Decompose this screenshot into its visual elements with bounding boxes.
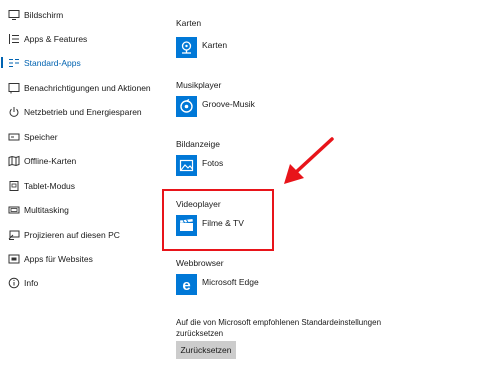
sidebar-item-projizieren[interactable]: Projizieren auf diesen PC [0,224,165,246]
annotation-arrow-icon [284,137,334,184]
sidebar-item-label: Netzbetrieb und Energiesparen [24,107,142,117]
storage-icon [7,130,20,143]
sidebar-item-label: Benachrichtigungen und Aktionen [24,83,151,93]
multitasking-icon [7,203,20,216]
reset-button[interactable]: Zurücksetzen [176,341,236,359]
section-label-webbrowser: Webbrowser [176,258,224,268]
reset-description: Auf die von Microsoft empfohlenen Standa… [176,318,382,338]
sidebar-item-speicher[interactable]: Speicher [0,126,165,148]
sidebar-item-label: Multitasking [24,205,69,215]
sidebar-item-label: Tablet-Modus [24,181,76,191]
section-label-musikplayer: Musikplayer [176,80,222,90]
edge-icon: e [176,274,197,295]
sidebar-item-label: Standard-Apps [24,58,81,68]
section-label-bildanzeige: Bildanzeige [176,139,220,149]
active-indicator [1,57,3,68]
app-name: Fotos [202,158,224,168]
app-name: Groove-Musik [202,99,255,109]
sidebar-item-tablet-modus[interactable]: Tablet-Modus [0,175,165,197]
sidebar-item-netzbetrieb[interactable]: Netzbetrieb und Energiesparen [0,101,165,123]
sidebar-item-label: Apps für Websites [24,254,93,264]
power-icon [7,105,20,118]
app-name: Microsoft Edge [202,277,259,287]
project-icon [7,228,20,241]
svg-text:e: e [182,277,190,294]
default-apps-icon [7,56,20,69]
sidebar-item-label: Info [24,278,39,288]
sidebar-item-apps-fuer-websites[interactable]: Apps für Websites [0,248,165,270]
tablet-icon [7,179,20,192]
sidebar-item-multitasking[interactable]: Multitasking [0,199,165,221]
photos-icon [176,155,197,176]
sidebar-item-apps-features[interactable]: Apps & Features [0,28,165,50]
sidebar-item-info[interactable]: Info [0,272,165,294]
monitor-icon [7,8,20,21]
sidebar-item-benachrichtigungen[interactable]: Benachrichtigungen und Aktionen [0,77,165,99]
app-name: Karten [202,40,228,50]
sidebar-item-label: Bildschirm [24,10,64,20]
sidebar-item-label: Offline-Karten [24,156,77,166]
web-apps-icon [7,252,20,265]
sidebar-item-bildschirm[interactable]: Bildschirm [0,4,165,26]
sidebar-item-label: Projizieren auf diesen PC [24,230,120,240]
map-icon [7,154,20,167]
sidebar-item-standard-apps[interactable]: Standard-Apps [0,52,165,74]
sidebar-item-label: Speicher [24,132,58,142]
settings-sidebar: Bildschirm Apps & Features Standard-Apps… [0,0,165,373]
highlight-box [162,189,274,251]
section-label-karten: Karten [176,18,202,28]
apps-list-icon [7,32,20,45]
sidebar-item-offline-karten[interactable]: Offline-Karten [0,150,165,172]
groove-music-icon [176,96,197,117]
maps-app-icon [176,37,197,58]
notification-icon [7,81,20,94]
sidebar-item-label: Apps & Features [24,34,88,44]
info-icon [7,276,20,289]
